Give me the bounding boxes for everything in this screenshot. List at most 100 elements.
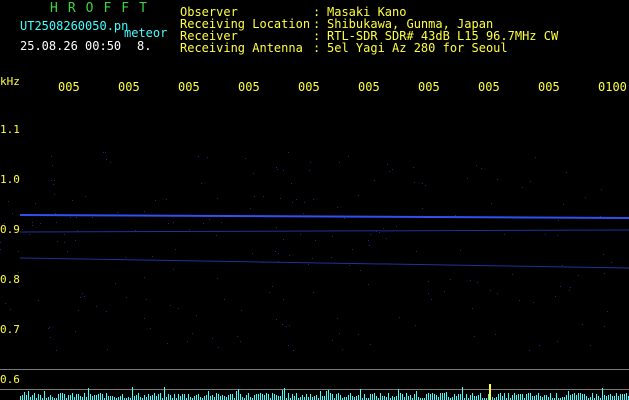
noise-spike	[606, 396, 607, 400]
noise-speck	[85, 196, 86, 197]
noise-spike	[380, 393, 381, 400]
noise-spike	[530, 393, 531, 400]
noise-spike	[266, 393, 267, 400]
noise-spike	[138, 393, 139, 400]
noise-speck	[601, 189, 602, 190]
noise-speck	[569, 290, 570, 291]
noise-speck	[344, 218, 345, 219]
signal-trace	[19, 257, 629, 269]
noise-spike	[436, 395, 437, 400]
noise-spike	[236, 391, 237, 400]
noise-speck	[144, 318, 145, 319]
noise-speck	[105, 152, 106, 153]
noise-speck	[29, 234, 30, 235]
noise-speck	[75, 240, 76, 241]
noise-speck	[332, 236, 333, 237]
noise-spike	[416, 391, 417, 400]
noise-speck	[168, 223, 169, 224]
noise-spike	[614, 396, 615, 400]
noise-spike	[294, 396, 295, 400]
noise-spike	[134, 396, 135, 400]
noise-spike	[512, 395, 513, 400]
noise-spike	[28, 391, 29, 400]
noise-speck	[280, 198, 281, 199]
noise-speck	[82, 293, 83, 294]
noise-spike	[38, 394, 39, 400]
noise-spike	[34, 393, 35, 400]
noise-spike	[204, 396, 205, 400]
noise-spike	[78, 394, 79, 400]
noise-spike	[260, 393, 261, 400]
noise-speck	[51, 180, 52, 181]
noise-speck	[5, 303, 6, 304]
noise-spike	[230, 394, 231, 400]
noise-spike	[272, 393, 273, 400]
noise-spike	[22, 395, 23, 400]
noise-spike	[476, 396, 477, 400]
noise-speck	[288, 345, 289, 346]
noise-spike	[462, 387, 463, 400]
noise-speck	[342, 349, 343, 350]
noise-speck	[389, 171, 390, 172]
noise-speck	[369, 245, 370, 246]
noise-speck	[293, 350, 294, 351]
noise-spike	[610, 394, 611, 400]
noise-speck	[360, 270, 361, 271]
noise-speck	[56, 222, 57, 223]
noise-speck	[339, 162, 340, 163]
noise-speck	[277, 169, 278, 170]
noise-speck	[35, 203, 36, 204]
noise-speck	[224, 299, 225, 300]
noise-spike	[458, 394, 459, 400]
noise-speck	[539, 345, 540, 346]
noise-spike	[152, 395, 153, 400]
noise-speck	[217, 198, 218, 199]
noise-spike	[90, 394, 91, 400]
noise-speck	[0, 249, 1, 250]
noise-speck	[582, 324, 583, 325]
noise-spike	[84, 393, 85, 400]
noise-spike	[26, 395, 27, 400]
noise-speck	[254, 196, 255, 197]
noise-spike	[136, 395, 137, 400]
noise-spike	[340, 395, 341, 400]
noise-speck	[12, 213, 13, 214]
noise-spike	[20, 396, 21, 400]
noise-speck	[472, 308, 473, 309]
noise-speck	[8, 201, 9, 202]
noise-speck	[15, 182, 16, 183]
noise-spike	[102, 394, 103, 400]
noise-spike	[338, 393, 339, 400]
noise-spike	[302, 395, 303, 400]
noise-speck	[450, 279, 451, 280]
noise-spike	[358, 395, 359, 400]
noise-speck	[337, 318, 338, 319]
noise-spike	[296, 393, 297, 400]
noise-spike	[426, 394, 427, 400]
noise-speck	[563, 204, 564, 205]
noise-spike	[400, 393, 401, 400]
noise-speck	[212, 338, 213, 339]
noise-spike	[352, 396, 353, 400]
noise-spike	[430, 394, 431, 400]
noise-speck	[192, 333, 193, 334]
noise-spike	[50, 395, 51, 400]
noise-spike	[32, 395, 33, 400]
spectrogram	[0, 152, 629, 400]
noise-spike	[194, 396, 195, 400]
noise-spike	[256, 394, 257, 400]
noise-spike	[70, 395, 71, 400]
noise-spike	[504, 393, 505, 400]
noise-speck	[103, 152, 104, 153]
noise-speck	[278, 261, 279, 262]
noise-spike	[262, 394, 263, 400]
noise-spike	[180, 396, 181, 400]
noise-speck	[106, 159, 107, 160]
noise-speck	[203, 223, 204, 224]
noise-spike	[168, 394, 169, 400]
noise-spike	[392, 396, 393, 400]
noise-spike	[64, 394, 65, 400]
noise-speck	[117, 212, 118, 213]
noise-spike	[96, 395, 97, 400]
noise-spike	[332, 394, 333, 400]
